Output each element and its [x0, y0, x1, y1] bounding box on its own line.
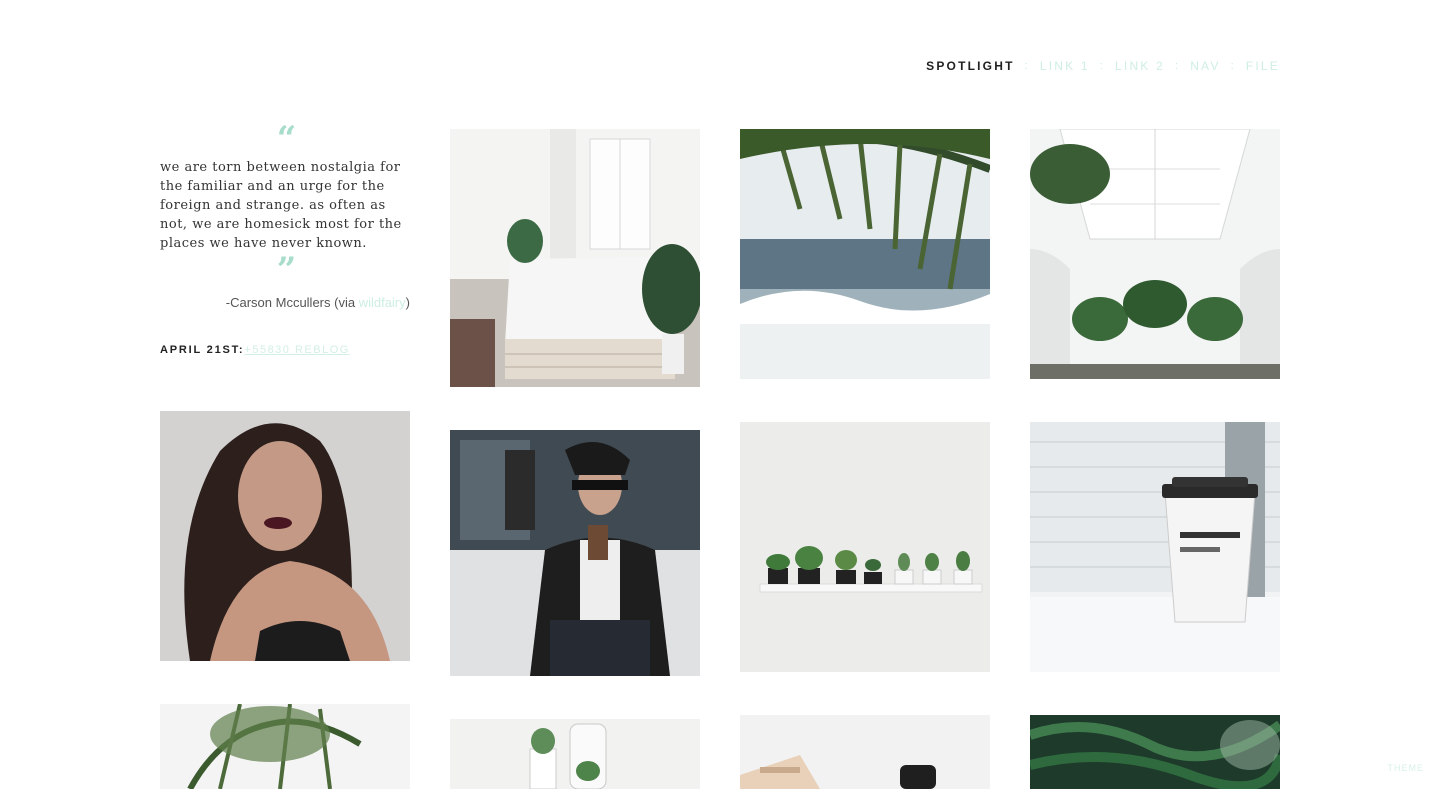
post-image[interactable]	[160, 704, 410, 789]
photo-post[interactable]	[450, 129, 700, 387]
photo-post[interactable]	[740, 422, 990, 672]
photo-post[interactable]	[740, 715, 990, 789]
post-meta: APRIL 21ST:+55830 REBLOG	[160, 344, 410, 356]
top-navigation: SPOTLIGHT : LINK 1 : LINK 2 : NAV : FILE	[926, 59, 1280, 73]
post-image[interactable]	[740, 715, 990, 789]
post-image[interactable]	[740, 422, 990, 672]
photo-post[interactable]	[1030, 715, 1280, 789]
post-image[interactable]	[450, 129, 700, 387]
post-date[interactable]: APRIL 21ST:	[160, 344, 244, 356]
nav-link-nav[interactable]: NAV	[1190, 59, 1220, 73]
photo-post[interactable]	[740, 129, 990, 379]
nav-separator: :	[1230, 60, 1236, 72]
photo-post[interactable]	[160, 411, 410, 661]
theme-credit-link[interactable]: THEME	[1388, 763, 1425, 773]
post-image[interactable]	[1030, 422, 1280, 672]
quote-source: -Carson Mccullers (via wildfairy)	[160, 295, 410, 310]
quote-post: “ we are torn between nostalgia for the …	[160, 119, 410, 356]
post-image[interactable]	[740, 129, 990, 379]
nav-separator: :	[1174, 60, 1181, 72]
nav-link-file[interactable]: FILE	[1246, 59, 1280, 73]
quote-source-suffix: )	[405, 295, 410, 310]
post-image[interactable]	[450, 719, 700, 789]
quote-source-author: -Carson Mccullers (via	[225, 295, 359, 310]
quote-text: we are torn between nostalgia for the fa…	[160, 160, 402, 251]
photo-post[interactable]	[450, 719, 700, 789]
post-image[interactable]	[160, 411, 410, 661]
nav-separator: :	[1099, 60, 1106, 72]
close-quote-icon: ”	[276, 250, 297, 290]
photo-post[interactable]	[160, 704, 410, 789]
via-link[interactable]: wildfairy	[359, 295, 406, 310]
nav-link-1[interactable]: LINK 1	[1040, 59, 1090, 73]
nav-separator: :	[1024, 60, 1030, 72]
photo-post[interactable]	[1030, 422, 1280, 672]
post-image[interactable]	[450, 430, 700, 676]
blog-title[interactable]: SPOTLIGHT	[926, 59, 1014, 73]
notes-reblog-link[interactable]: +55830 REBLOG	[244, 344, 349, 356]
photo-post[interactable]	[1030, 129, 1280, 379]
post-image[interactable]	[1030, 129, 1280, 379]
nav-link-2[interactable]: LINK 2	[1115, 59, 1165, 73]
photo-post[interactable]	[450, 430, 700, 676]
post-image[interactable]	[1030, 715, 1280, 789]
open-quote-icon: “	[276, 119, 297, 159]
